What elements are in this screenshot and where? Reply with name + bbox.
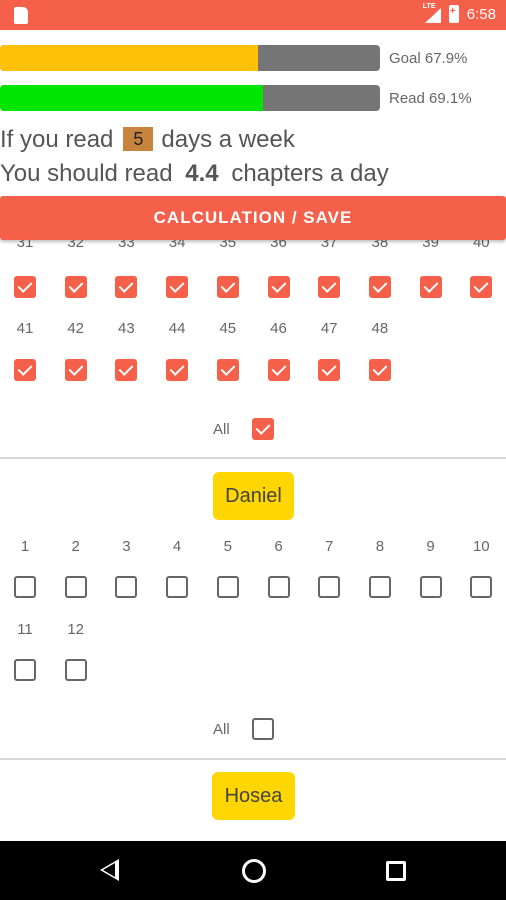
chapter-checkbox[interactable] [419,276,442,298]
chapter-number: 36 [270,240,287,251]
chapter-number: 2 [71,538,80,555]
chapter-checkbox[interactable] [166,359,189,381]
chapter-number: 31 [16,240,34,251]
signal-icon: LTE [423,3,441,23]
days-suffix: days a week [161,126,295,153]
goal-progress-fill [0,45,259,71]
chapter-number: 40 [472,240,490,251]
read-progress-fill [0,85,263,111]
chapter-number: 38 [371,240,389,251]
goal-progress-track [0,45,380,71]
chapter-number: 32 [67,240,85,251]
goal-progress: Goal 67.9% [0,45,506,71]
chapters-per-day-value: 4.4 [185,160,219,187]
chapter-number: 47 [320,320,338,337]
chapter-checkbox[interactable] [419,576,442,598]
chapter-number: 48 [371,320,389,337]
chapter-checkbox[interactable] [318,576,341,598]
chapter-number: 1 [20,538,30,555]
chapter-number: 44 [168,320,186,337]
chapter-number: 42 [67,320,85,337]
chapter-number: 5 [223,538,232,555]
chapter-number: 43 [118,320,135,337]
chapter-number: 39 [422,240,439,251]
chapter-checkbox[interactable] [64,659,87,681]
read-progress: Read 69.1% [0,85,506,111]
chapter-checkbox[interactable] [318,276,341,298]
chapter-number: 10 [472,538,490,555]
chapter-checkbox[interactable] [368,276,391,298]
chapter-checkbox[interactable] [14,276,36,298]
sd-card-icon [14,7,28,24]
chapter-number: 12 [67,621,85,638]
back-icon[interactable] [100,859,119,881]
section-divider [0,758,506,760]
chapters-suffix: chapters a day [231,160,389,187]
chapter-checkbox[interactable] [14,359,36,381]
chapter-number: 34 [168,240,186,251]
chapter-number: 46 [270,320,287,337]
chapter-number: 33 [118,240,135,251]
status-bar: LTE 6:58 [0,0,506,30]
book-button-hosea[interactable]: Hosea [212,772,295,820]
chapter-number: 35 [219,240,237,251]
chapter-checkbox[interactable] [216,359,239,381]
chapter-checkbox[interactable] [368,359,391,381]
chapter-checkbox[interactable] [64,276,87,298]
chapter-number: 6 [274,538,283,555]
chapter-checkbox[interactable] [368,576,391,598]
recent-apps-icon[interactable] [386,861,406,881]
chapter-checkbox[interactable] [318,359,341,381]
chapter-number: 7 [325,538,334,555]
chapter-number: 3 [122,538,131,555]
chapter-number: 4 [172,538,182,555]
chapter-number: 11 [17,621,33,638]
select-all-checkbox[interactable] [252,418,274,440]
chapter-checkbox[interactable] [14,576,36,598]
home-icon[interactable] [242,859,266,883]
days-per-week-line: If you read 5 days a week [0,126,295,154]
chapter-checkbox[interactable] [216,576,239,598]
chapters-per-day-line: You should read 4.4 chapters a day [0,160,389,188]
section-divider [0,457,506,459]
read-progress-label: Read 69.1% [389,90,472,107]
days-prefix: If you read [0,126,114,153]
status-time: 6:58 [466,5,496,23]
battery-icon [448,5,459,23]
chapter-number: 45 [219,320,237,337]
select-all-checkbox[interactable] [252,718,274,740]
navigation-bar [0,841,506,900]
chapter-number: 37 [320,240,338,251]
chapter-checkbox[interactable] [64,576,87,598]
calculation-save-button[interactable]: CALCULATION / SAVE [0,196,506,240]
chapter-number: 9 [426,538,435,555]
chapter-checkbox[interactable] [115,576,138,598]
chapters-prefix: You should read [0,160,173,187]
chapter-checkbox[interactable] [14,659,36,681]
book-button-daniel[interactable]: Daniel [213,472,294,520]
chapter-checkbox[interactable] [166,276,189,298]
chapter-checkbox[interactable] [64,359,87,381]
goal-progress-label: Goal 67.9% [389,50,468,67]
chapter-checkbox[interactable] [267,359,290,381]
chapter-checkbox[interactable] [115,359,138,381]
chapter-checkbox[interactable] [470,276,493,298]
chapter-checkbox[interactable] [267,576,290,598]
chapter-number: 8 [375,538,385,555]
chapter-number: 41 [16,320,34,337]
chapter-checkbox[interactable] [216,276,239,298]
chapter-checkbox[interactable] [470,576,493,598]
chapter-checkbox[interactable] [166,576,189,598]
all-label: All [213,421,230,438]
all-label: All [213,721,230,738]
read-progress-track [0,85,380,111]
chapter-checkbox[interactable] [267,276,290,298]
days-input[interactable]: 5 [123,127,154,151]
chapter-list[interactable]: 31 32 33 34 35 36 37 38 39 40 41 42 43 44 45 46 47 48 All D… [0,240,506,840]
chapter-checkbox[interactable] [115,276,138,298]
